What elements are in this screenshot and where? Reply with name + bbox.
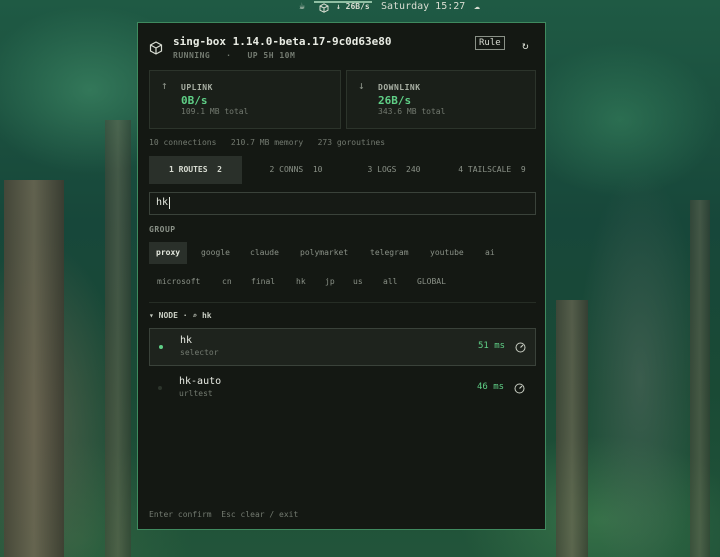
- group-chip[interactable]: all: [376, 271, 404, 293]
- tree-trunk: [690, 200, 710, 557]
- tree-trunk: [556, 300, 588, 557]
- cube-icon: [149, 41, 163, 55]
- group-chip[interactable]: cn: [215, 271, 239, 293]
- speedometer-icon[interactable]: [514, 383, 525, 394]
- node-latency: 51 ms: [478, 341, 506, 351]
- node-latency: 46 ms: [477, 382, 505, 392]
- refresh-icon[interactable]: ↻: [522, 39, 529, 52]
- cube-icon: [319, 3, 329, 13]
- node-type: urltest: [179, 389, 213, 398]
- node-header[interactable]: ▾ NODE · ⌕ hk: [149, 311, 212, 320]
- group-chip[interactable]: google: [194, 242, 237, 264]
- selected-dot-icon: [159, 345, 163, 349]
- tab-logs[interactable]: 3 LOGS 240: [348, 156, 440, 184]
- group-chip[interactable]: ai: [478, 242, 502, 264]
- tray-speed: ↓ 26B/s: [336, 2, 370, 11]
- tree-trunk: [105, 120, 131, 557]
- uplink-card: ↑ UPLINK 0B/s 109.1 MB total: [149, 70, 341, 129]
- group-chip[interactable]: telegram: [363, 242, 416, 264]
- group-chip[interactable]: microsoft: [150, 271, 207, 293]
- tab-conns[interactable]: 2 CONNS 10: [250, 156, 342, 184]
- downlink-value: 26B/s: [378, 94, 412, 107]
- group-chip[interactable]: claude: [243, 242, 286, 264]
- group-label: GROUP: [149, 225, 176, 234]
- goroutines-count: 273 goroutines: [317, 138, 386, 147]
- node-name: hk: [180, 335, 193, 346]
- weather-icon[interactable]: ☁: [474, 1, 480, 12]
- status-line: RUNNING · UP 5H 10M: [173, 51, 296, 60]
- downlink-total: 343.6 MB total: [378, 107, 446, 116]
- footer-hints: Enter confirm Esc clear / exit: [149, 510, 299, 519]
- status-running: RUNNING: [173, 51, 211, 60]
- tray-singbox[interactable]: ↓ 26B/s: [314, 1, 372, 13]
- arrow-down-icon: ↓: [358, 79, 365, 92]
- tab-tailscale[interactable]: 4 TAILSCALE 9: [446, 156, 538, 184]
- arrow-up-icon: ↑: [161, 79, 168, 92]
- uplink-value: 0B/s: [181, 94, 208, 107]
- coffee-icon[interactable]: ☕: [299, 1, 305, 12]
- text-cursor: [169, 197, 170, 209]
- uplink-label: UPLINK: [181, 83, 213, 92]
- singbox-panel: sing-box 1.14.0-beta.17-9c0d63e80 RUNNIN…: [137, 22, 546, 530]
- unselected-dot-icon: [158, 386, 162, 390]
- app-title: sing-box 1.14.0-beta.17-9c0d63e80: [173, 35, 392, 48]
- tab-routes[interactable]: 1 ROUTES 2: [149, 156, 242, 184]
- search-value: hk: [156, 197, 169, 208]
- speedometer-icon[interactable]: [515, 342, 526, 353]
- group-chip[interactable]: jp: [318, 271, 342, 293]
- memory-usage: 210.7 MB memory: [230, 138, 304, 147]
- divider: [149, 302, 536, 303]
- mode-badge[interactable]: Rule: [475, 36, 505, 50]
- uplink-total: 109.1 MB total: [181, 107, 249, 116]
- group-chip[interactable]: GLOBAL: [410, 271, 453, 293]
- group-chip[interactable]: final: [244, 271, 282, 293]
- group-chip[interactable]: hk: [289, 271, 313, 293]
- system-topbar: ☕ ↓ 26B/s Saturday 15:27 ☁: [0, 0, 720, 16]
- search-input[interactable]: hk: [149, 192, 536, 215]
- node-row[interactable]: hk-auto urltest 46 ms: [149, 370, 536, 408]
- downlink-card: ↓ DOWNLINK 26B/s 343.6 MB total: [346, 70, 536, 129]
- node-name: hk-auto: [179, 376, 222, 387]
- group-chip[interactable]: us: [346, 271, 370, 293]
- node-type: selector: [180, 348, 219, 357]
- group-chip[interactable]: proxy: [149, 242, 188, 264]
- tree-trunk: [4, 180, 64, 557]
- node-row[interactable]: hk selector 51 ms: [149, 328, 536, 366]
- group-chip[interactable]: polymarket: [293, 242, 355, 264]
- stats-line: 10 connections 210.7 MB memory 273 gorou…: [149, 138, 385, 147]
- downlink-label: DOWNLINK: [378, 83, 421, 92]
- connections-count: 10 connections: [149, 138, 217, 147]
- group-chip[interactable]: youtube: [423, 242, 471, 264]
- clock[interactable]: Saturday 15:27: [381, 1, 465, 12]
- uptime: UP 5H 10M: [247, 51, 296, 60]
